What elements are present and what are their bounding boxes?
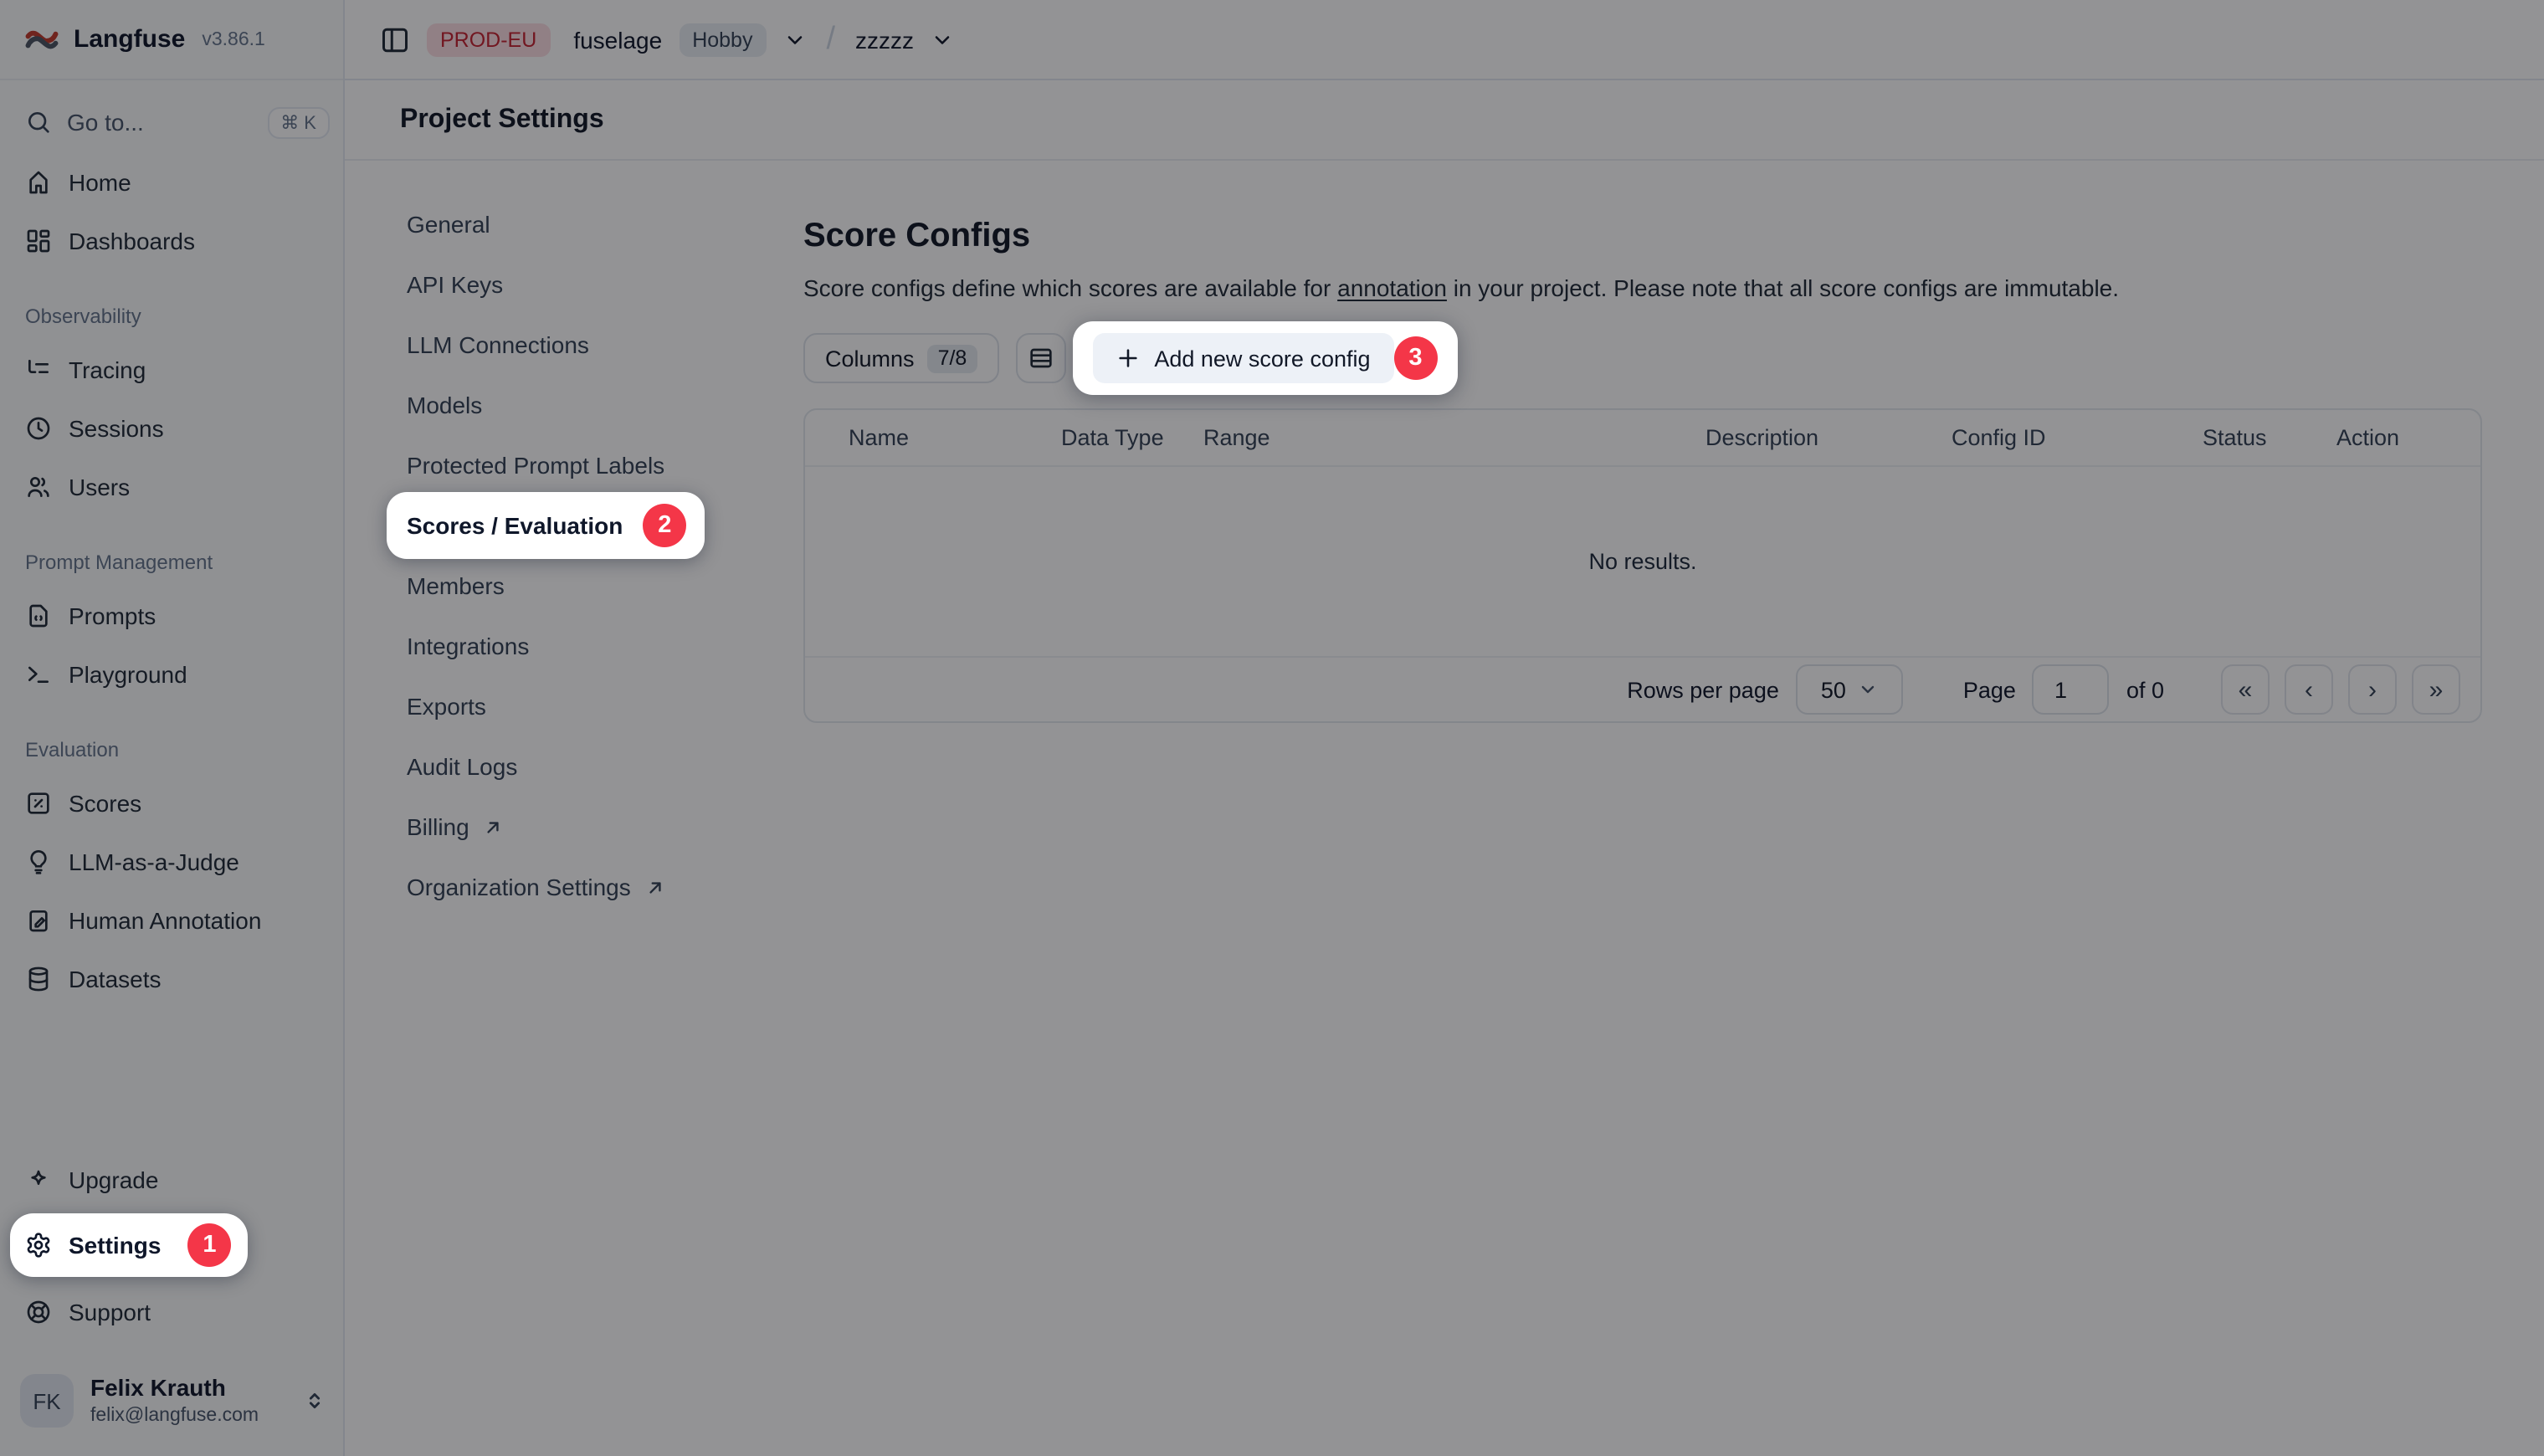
plus-icon [1116,346,1139,370]
nav-item-label: Scores / Evaluation [407,512,623,539]
tutorial-dim-overlay [0,0,2544,1456]
sidebar-item-label: Settings [69,1232,161,1259]
gear-icon [25,1232,52,1259]
annotation-badge-3: 3 [1394,336,1438,380]
add-score-config-highlight: Add new score config 3 [1072,321,1457,395]
add-button-label: Add new score config [1154,346,1370,371]
settings-nav-scores-evaluation[interactable]: Scores / Evaluation 2 [387,492,705,559]
app-window: Langfuse v3.86.1 Go to... ⌘ K Home Dashb… [0,0,2544,1456]
sidebar-item-settings[interactable]: Settings 1 [10,1213,248,1277]
annotation-badge-2: 2 [643,504,686,547]
annotation-badge-1: 1 [187,1223,231,1267]
add-score-config-button[interactable]: Add new score config [1092,333,1393,383]
